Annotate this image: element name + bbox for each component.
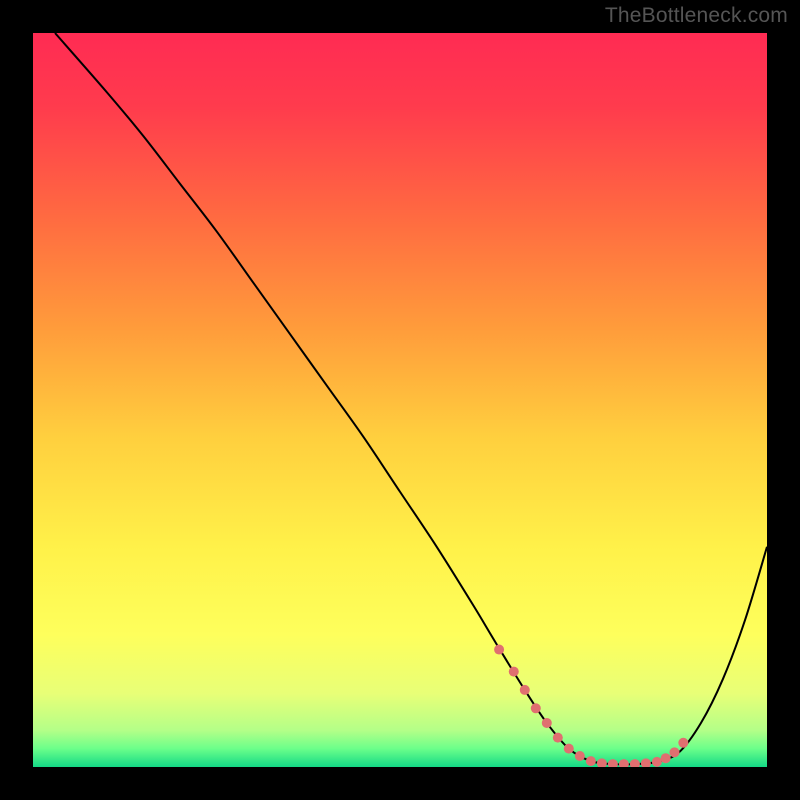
- chart-svg: [33, 33, 767, 767]
- marker-dot: [553, 733, 563, 743]
- marker-dot: [564, 744, 574, 754]
- marker-dot: [575, 751, 585, 761]
- marker-dot: [542, 718, 552, 728]
- plot-area: [33, 33, 767, 767]
- watermark-text: TheBottleneck.com: [605, 4, 788, 28]
- marker-dot: [586, 756, 596, 766]
- marker-dot: [652, 757, 662, 767]
- marker-dot: [670, 747, 680, 757]
- marker-dot: [494, 645, 504, 655]
- marker-dot: [531, 703, 541, 713]
- marker-dot: [661, 753, 671, 763]
- marker-dot: [509, 667, 519, 677]
- chart-container: TheBottleneck.com: [0, 0, 800, 800]
- marker-dot: [678, 738, 688, 748]
- marker-dot: [520, 685, 530, 695]
- gradient-background: [33, 33, 767, 767]
